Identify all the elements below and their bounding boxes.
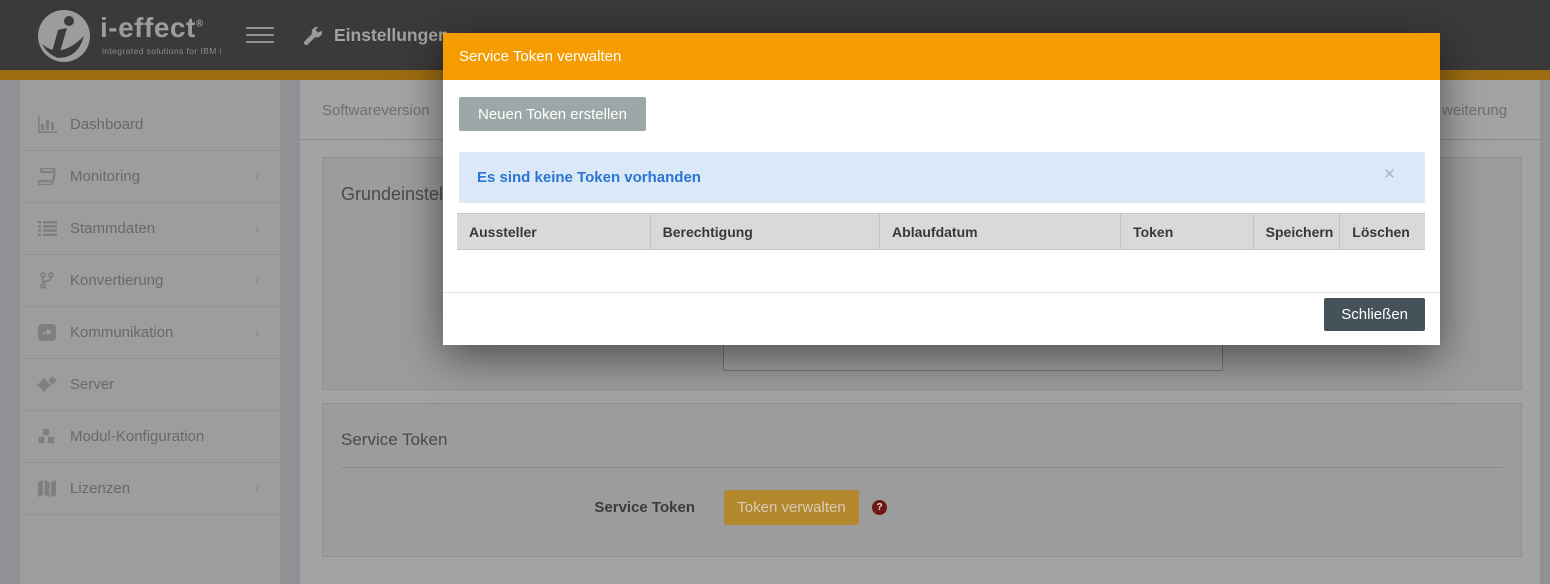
chevron-left-icon: ‹: [254, 219, 260, 237]
sidebar-item-kommunikation[interactable]: Kommunikation ‹: [20, 307, 280, 359]
sidebar-item-konvertierung[interactable]: Konvertierung ‹: [20, 255, 280, 307]
panel-title: Service Token: [341, 430, 448, 449]
info-alert: Es sind keine Token vorhanden ×: [459, 152, 1425, 203]
chevron-left-icon: ‹: [254, 323, 260, 341]
panel-service-token: Service Token Service Token Token verwal…: [322, 403, 1522, 557]
sidebar-item-dashboard[interactable]: Dashboard: [20, 99, 280, 151]
sidebar-item-label: Modul-Konfiguration: [70, 428, 205, 445]
hamburger-menu-icon[interactable]: [246, 27, 274, 45]
sidebar-item-label: Kommunikation: [70, 324, 174, 341]
sidebar-item-label: Konvertierung: [70, 272, 164, 289]
nav-current-module[interactable]: Einstellungen: [302, 0, 449, 70]
map-icon: [35, 480, 59, 497]
help-question-icon[interactable]: ?: [872, 500, 887, 515]
sidebar-item-modul-konfiguration[interactable]: Modul-Konfiguration: [20, 411, 280, 463]
token-table-header-row: Aussteller Berechtigung Ablaufdatum Toke…: [457, 213, 1425, 250]
sidebar-item-label: Lizenzen: [70, 480, 131, 497]
alert-close-icon[interactable]: ×: [1384, 165, 1395, 184]
sidebar-item-lizenzen[interactable]: Lizenzen ‹: [20, 463, 280, 515]
share-icon: [35, 324, 59, 341]
service-token-label: Service Token: [594, 499, 695, 516]
list-icon: [35, 221, 59, 236]
alert-message: Es sind keine Token vorhanden: [477, 169, 701, 186]
service-token-modal: Service Token verwalten Neuen Token erst…: [443, 33, 1440, 345]
sidebar: Dashboard Monitoring ‹ Stammdaten ‹ Konv…: [20, 80, 280, 584]
modal-header: Service Token verwalten: [443, 33, 1440, 80]
chart-bar-icon: [35, 116, 59, 133]
app-root: i-effect® integrated solutions for IBM i…: [0, 0, 1550, 584]
chevron-left-icon: ‹: [254, 167, 260, 185]
tab-erweiterung-partial[interactable]: weiterung: [1442, 80, 1507, 140]
sidebar-item-label: Stammdaten: [70, 220, 156, 237]
nav-title-label: Einstellungen: [334, 24, 449, 45]
token-verwalten-button[interactable]: Token verwalten: [724, 490, 859, 525]
column-header-loeschen: Löschen: [1339, 214, 1425, 249]
chevron-left-icon: ‹: [254, 271, 260, 289]
brand-tagline: integrated solutions for IBM i: [102, 46, 222, 56]
cubes-icon: [35, 428, 59, 445]
tab-softwareversion[interactable]: Softwareversion: [322, 80, 430, 140]
modal-footer: Schließen: [443, 292, 1440, 345]
column-header-ablaufdatum: Ablaufdatum: [879, 214, 1121, 249]
column-header-aussteller: Aussteller: [457, 214, 650, 249]
panel-divider: [341, 467, 1503, 468]
sidebar-item-label: Server: [70, 376, 115, 393]
registered-mark: ®: [195, 18, 204, 30]
column-header-berechtigung: Berechtigung: [649, 214, 880, 249]
sidebar-item-stammdaten[interactable]: Stammdaten ‹: [20, 203, 280, 255]
book-icon: [35, 168, 59, 185]
schliessen-button[interactable]: Schließen: [1324, 298, 1425, 331]
column-header-speichern: Speichern: [1252, 214, 1340, 249]
modal-title: Service Token verwalten: [459, 48, 622, 65]
sidebar-item-label: Monitoring: [70, 168, 141, 185]
brand-name: i-effect®: [100, 12, 204, 43]
code-branch-icon: [35, 272, 59, 289]
wrench-icon: [303, 26, 323, 45]
i-effect-logo-icon: [38, 10, 90, 62]
column-header-token: Token: [1120, 214, 1253, 249]
neuen-token-erstellen-button[interactable]: Neuen Token erstellen: [459, 97, 646, 131]
sidebar-item-label: Dashboard: [70, 116, 144, 133]
sidebar-item-monitoring[interactable]: Monitoring ‹: [20, 151, 280, 203]
gears-icon: [35, 376, 59, 393]
chevron-left-icon: ‹: [254, 479, 260, 497]
sidebar-item-server[interactable]: Server: [20, 359, 280, 411]
